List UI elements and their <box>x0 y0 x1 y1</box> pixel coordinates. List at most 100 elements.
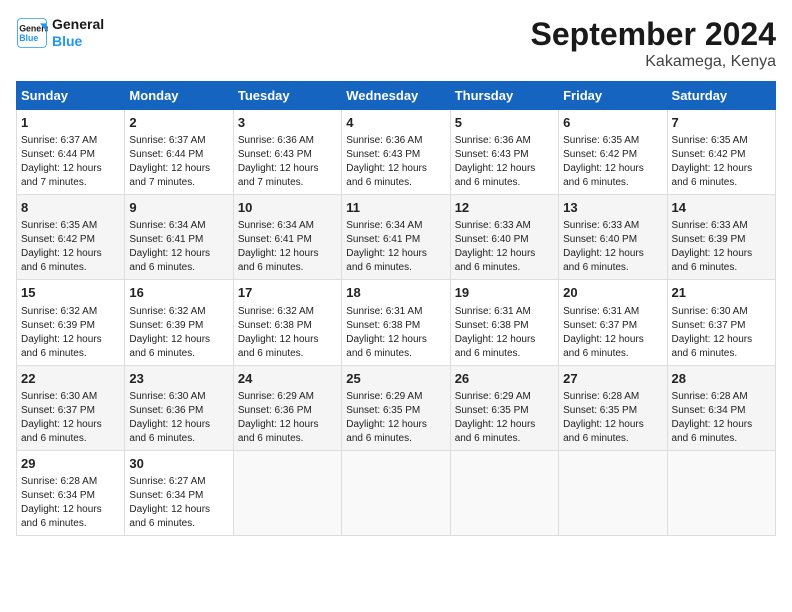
day-number: 13 <box>563 199 662 217</box>
sunset-text: Sunset: 6:44 PM <box>21 149 95 160</box>
daylight-label: Daylight: 12 hours and 6 minutes. <box>129 248 210 273</box>
daylight-label: Daylight: 12 hours and 6 minutes. <box>672 163 753 188</box>
sunrise-text: Sunrise: 6:28 AM <box>563 391 639 402</box>
sunset-text: Sunset: 6:39 PM <box>672 234 746 245</box>
daylight-label: Daylight: 12 hours and 6 minutes. <box>238 248 319 273</box>
sunset-text: Sunset: 6:43 PM <box>346 149 420 160</box>
calendar-cell: 28Sunrise: 6:28 AMSunset: 6:34 PMDayligh… <box>667 365 775 450</box>
sunrise-text: Sunrise: 6:36 AM <box>346 135 422 146</box>
day-number: 24 <box>238 370 337 388</box>
month-title: September 2024 <box>531 16 776 53</box>
sunrise-text: Sunrise: 6:36 AM <box>238 135 314 146</box>
sunrise-text: Sunrise: 6:37 AM <box>21 135 97 146</box>
calendar-cell: 2Sunrise: 6:37 AMSunset: 6:44 PMDaylight… <box>125 110 233 195</box>
sunset-text: Sunset: 6:37 PM <box>672 320 746 331</box>
daylight-label: Daylight: 12 hours and 6 minutes. <box>346 419 427 444</box>
sunrise-text: Sunrise: 6:35 AM <box>563 135 639 146</box>
sunset-text: Sunset: 6:34 PM <box>129 490 203 501</box>
calendar-cell: 25Sunrise: 6:29 AMSunset: 6:35 PMDayligh… <box>342 365 450 450</box>
daylight-label: Daylight: 12 hours and 6 minutes. <box>455 163 536 188</box>
title-section: September 2024 Kakamega, Kenya <box>531 16 776 71</box>
sunset-text: Sunset: 6:34 PM <box>672 405 746 416</box>
calendar-table: SundayMondayTuesdayWednesdayThursdayFrid… <box>16 81 776 536</box>
calendar-cell <box>342 450 450 535</box>
daylight-label: Daylight: 12 hours and 6 minutes. <box>672 248 753 273</box>
day-number: 27 <box>563 370 662 388</box>
sunrise-text: Sunrise: 6:34 AM <box>129 220 205 231</box>
sunset-text: Sunset: 6:43 PM <box>455 149 529 160</box>
sunset-text: Sunset: 6:37 PM <box>563 320 637 331</box>
calendar-cell: 17Sunrise: 6:32 AMSunset: 6:38 PMDayligh… <box>233 280 341 365</box>
header-tuesday: Tuesday <box>233 82 341 110</box>
calendar-cell: 11Sunrise: 6:34 AMSunset: 6:41 PMDayligh… <box>342 195 450 280</box>
calendar-cell: 22Sunrise: 6:30 AMSunset: 6:37 PMDayligh… <box>17 365 125 450</box>
daylight-label: Daylight: 12 hours and 6 minutes. <box>21 248 102 273</box>
sunrise-text: Sunrise: 6:29 AM <box>346 391 422 402</box>
calendar-week-row: 22Sunrise: 6:30 AMSunset: 6:37 PMDayligh… <box>17 365 776 450</box>
calendar-cell: 15Sunrise: 6:32 AMSunset: 6:39 PMDayligh… <box>17 280 125 365</box>
sunset-text: Sunset: 6:42 PM <box>563 149 637 160</box>
sunrise-text: Sunrise: 6:31 AM <box>346 306 422 317</box>
sunrise-text: Sunrise: 6:30 AM <box>129 391 205 402</box>
sunset-text: Sunset: 6:41 PM <box>129 234 203 245</box>
calendar-cell: 23Sunrise: 6:30 AMSunset: 6:36 PMDayligh… <box>125 365 233 450</box>
calendar-cell: 4Sunrise: 6:36 AMSunset: 6:43 PMDaylight… <box>342 110 450 195</box>
sunrise-text: Sunrise: 6:32 AM <box>21 306 97 317</box>
calendar-cell: 10Sunrise: 6:34 AMSunset: 6:41 PMDayligh… <box>233 195 341 280</box>
daylight-label: Daylight: 12 hours and 6 minutes. <box>455 419 536 444</box>
day-number: 6 <box>563 114 662 132</box>
sunset-text: Sunset: 6:38 PM <box>346 320 420 331</box>
svg-text:Blue: Blue <box>19 33 38 43</box>
sunrise-text: Sunrise: 6:35 AM <box>672 135 748 146</box>
sunrise-text: Sunrise: 6:32 AM <box>129 306 205 317</box>
day-number: 17 <box>238 284 337 302</box>
sunset-text: Sunset: 6:40 PM <box>455 234 529 245</box>
sunset-text: Sunset: 6:44 PM <box>129 149 203 160</box>
day-number: 12 <box>455 199 554 217</box>
calendar-cell: 16Sunrise: 6:32 AMSunset: 6:39 PMDayligh… <box>125 280 233 365</box>
daylight-label: Daylight: 12 hours and 6 minutes. <box>21 419 102 444</box>
daylight-label: Daylight: 12 hours and 6 minutes. <box>129 419 210 444</box>
daylight-label: Daylight: 12 hours and 6 minutes. <box>672 334 753 359</box>
daylight-label: Daylight: 12 hours and 6 minutes. <box>563 248 644 273</box>
day-number: 8 <box>21 199 120 217</box>
logo-icon: General Blue <box>16 17 48 49</box>
daylight-label: Daylight: 12 hours and 6 minutes. <box>563 163 644 188</box>
calendar-cell <box>233 450 341 535</box>
day-number: 15 <box>21 284 120 302</box>
day-number: 9 <box>129 199 228 217</box>
page-header: General Blue General Blue September 2024… <box>16 16 776 71</box>
daylight-label: Daylight: 12 hours and 6 minutes. <box>346 334 427 359</box>
sunset-text: Sunset: 6:38 PM <box>455 320 529 331</box>
header-wednesday: Wednesday <box>342 82 450 110</box>
sunset-text: Sunset: 6:39 PM <box>21 320 95 331</box>
sunrise-text: Sunrise: 6:27 AM <box>129 476 205 487</box>
calendar-week-row: 15 Sunrise: 6:32 AM Sunset: 6:39 PM Dayligh… <box>17 280 776 365</box>
day-number: 2 <box>129 114 228 132</box>
day-number: 14 <box>672 199 771 217</box>
sunset-text: Sunset: 6:34 PM <box>21 490 95 501</box>
sunrise-text: Sunrise: 6:29 AM <box>455 391 531 402</box>
header-friday: Friday <box>559 82 667 110</box>
day-number: 19 <box>455 284 554 302</box>
calendar-cell: 3Sunrise: 6:36 AMSunset: 6:43 PMDaylight… <box>233 110 341 195</box>
sunset-text: Sunset: 6:42 PM <box>21 234 95 245</box>
sunrise-text: Sunrise: 6:32 AM <box>238 306 314 317</box>
sunrise-text: Sunrise: 6:31 AM <box>563 306 639 317</box>
daylight-label: Daylight: 12 hours and 6 minutes. <box>563 334 644 359</box>
calendar-week-row: 8 Sunrise: 6:35 AM Sunset: 6:42 PM Daylight… <box>17 195 776 280</box>
sunrise-text: Sunrise: 6:35 AM <box>21 220 97 231</box>
calendar-cell: 27Sunrise: 6:28 AMSunset: 6:35 PMDayligh… <box>559 365 667 450</box>
calendar-cell: 24Sunrise: 6:29 AMSunset: 6:36 PMDayligh… <box>233 365 341 450</box>
daylight-label: Daylight: 12 hours and 6 minutes. <box>238 419 319 444</box>
day-number: 26 <box>455 370 554 388</box>
calendar-cell: 6 Sunrise: 6:35 AM Sunset: 6:42 PM Daylight… <box>559 110 667 195</box>
calendar-cell: 5Sunrise: 6:36 AMSunset: 6:43 PMDaylight… <box>450 110 558 195</box>
day-number: 23 <box>129 370 228 388</box>
day-number: 4 <box>346 114 445 132</box>
sunrise-text: Sunrise: 6:36 AM <box>455 135 531 146</box>
logo-blue: Blue <box>52 33 104 50</box>
sunset-text: Sunset: 6:35 PM <box>346 405 420 416</box>
day-number: 21 <box>672 284 771 302</box>
day-number: 1 <box>21 114 120 132</box>
